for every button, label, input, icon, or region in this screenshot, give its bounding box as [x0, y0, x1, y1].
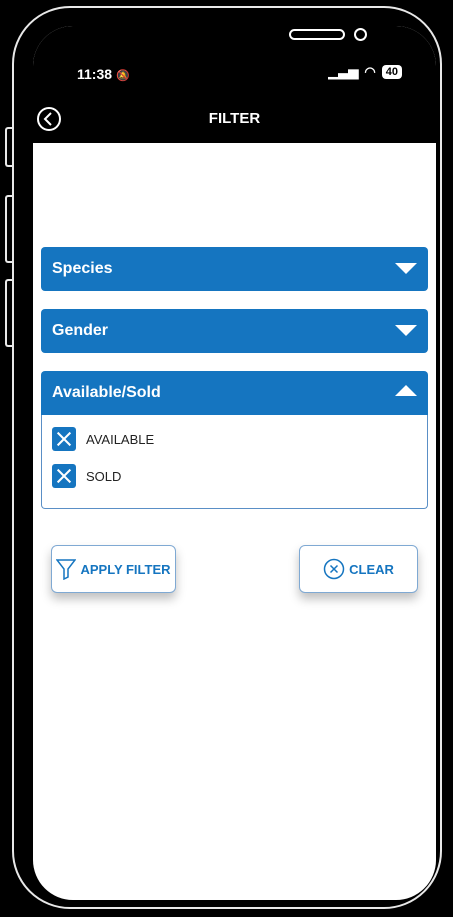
availability-label: Available/Sold [52, 384, 161, 401]
apply-filter-button[interactable]: APPLY FILTER [51, 545, 176, 593]
filter-icon [56, 559, 77, 580]
clear-button[interactable]: CLEAR [299, 545, 418, 593]
battery-indicator: 40 [381, 65, 402, 79]
chevron-down-icon [395, 325, 417, 336]
phone-mute-switch [5, 127, 12, 167]
option-sold[interactable]: SOLD [52, 464, 121, 488]
front-camera [354, 28, 367, 41]
signal-icon: ▁▃▅ [328, 64, 359, 79]
screen: 11:38 🔕 ▁▃▅ ◠ 40 FILTER Species Gender A… [33, 26, 436, 900]
gender-label: Gender [52, 322, 109, 339]
speaker [289, 29, 345, 40]
species-accordion[interactable]: Species [41, 247, 428, 291]
top-bar: 11:38 🔕 ▁▃▅ ◠ 40 FILTER [33, 26, 436, 143]
status-indicators: ▁▃▅ ◠ 40 [328, 64, 402, 80]
option-label: AVAILABLE [86, 431, 155, 447]
option-label: SOLD [86, 468, 122, 484]
phone-volume-down [5, 279, 12, 347]
page-title: FILTER [208, 110, 261, 127]
chevron-down-icon [395, 263, 417, 274]
availability-options: AVAILABLE SOLD [41, 415, 428, 509]
wifi-icon: ◠ [364, 64, 376, 79]
checkbox-available[interactable] [52, 427, 76, 451]
status-time: 11:38 🔕 [77, 66, 130, 82]
clear-label: CLEAR [349, 561, 394, 577]
chevron-up-icon [395, 385, 417, 396]
species-label: Species [52, 260, 113, 277]
gender-accordion[interactable]: Gender [41, 309, 428, 353]
option-available[interactable]: AVAILABLE [52, 427, 154, 451]
close-circle-icon [323, 558, 345, 580]
checkbox-sold[interactable] [52, 464, 76, 488]
phone-volume-up [5, 195, 12, 263]
bell-muted-icon: 🔕 [115, 70, 130, 82]
notch [126, 26, 367, 56]
availability-accordion[interactable]: Available/Sold [41, 371, 428, 415]
apply-filter-label: APPLY FILTER [80, 561, 171, 577]
